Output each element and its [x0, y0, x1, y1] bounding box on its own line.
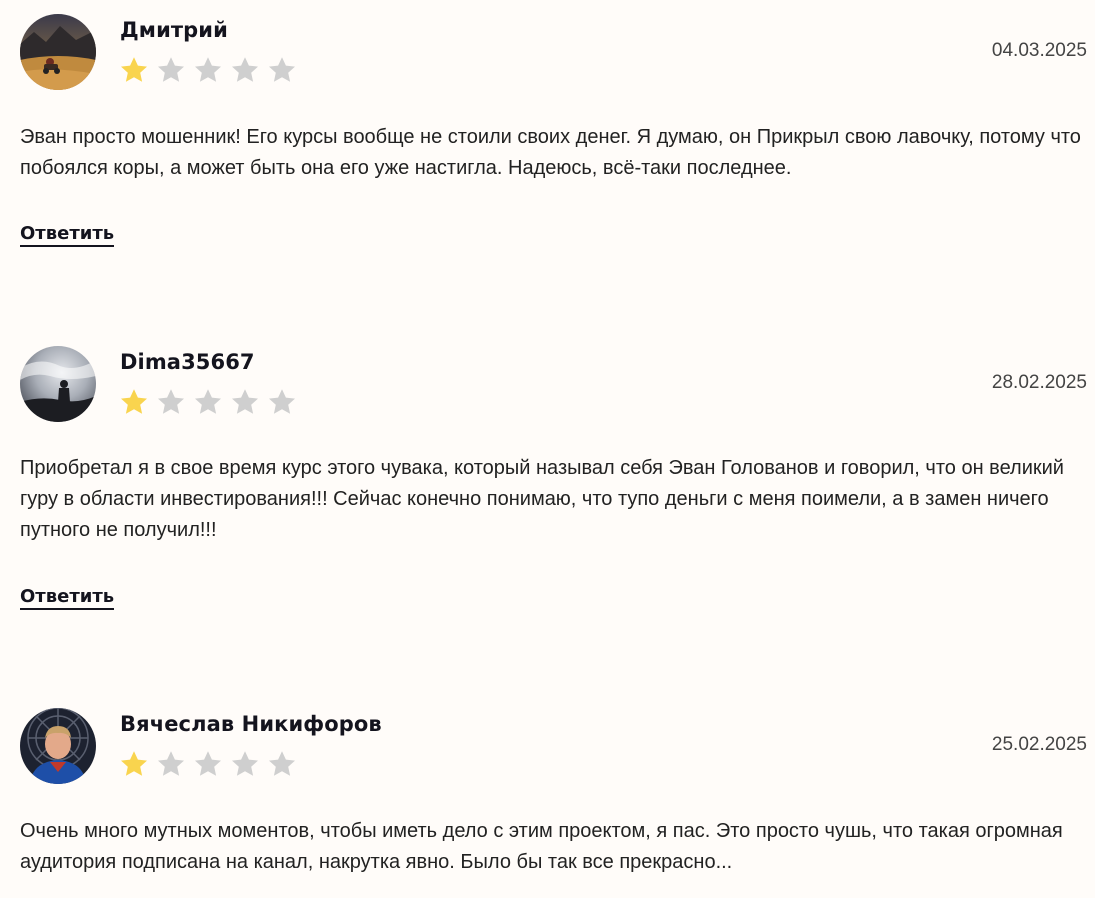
star-icon: [195, 751, 221, 776]
avatar-image: [20, 708, 96, 784]
star-icon: [121, 57, 147, 82]
star-icon: [158, 57, 184, 82]
star-icon: [121, 751, 147, 776]
star-icon: [232, 57, 258, 82]
review-date: 04.03.2025: [991, 40, 1087, 61]
review-date: 25.02.2025: [991, 734, 1087, 755]
review-text: Приобретал я в свое время курс этого чув…: [20, 457, 1064, 541]
review-text: Очень много мутных моментов, чтобы иметь…: [20, 820, 1063, 873]
avatar-image: [20, 14, 96, 90]
review-card: Вячеслав Никифоров 25.02.2025 Очень мног…: [20, 708, 1087, 878]
rating-stars: [119, 387, 297, 417]
star-icon: [158, 389, 184, 414]
star-icon: [269, 751, 295, 776]
avatar-image: [20, 346, 96, 422]
review-text: Эван просто мошенник! Его курсы вообще н…: [20, 126, 1081, 179]
star-icon: [195, 389, 221, 414]
review-card: Dima35667 28.02.2025 Приобретал я в свое…: [20, 346, 1087, 610]
author-name: Dima35667: [120, 350, 255, 374]
author-name: Дмитрий: [120, 18, 228, 42]
star-icon: [269, 389, 295, 414]
star-icon: [232, 751, 258, 776]
avatar: [20, 346, 96, 422]
review-header: Вячеслав Никифоров 25.02.2025: [20, 708, 1087, 784]
rating-stars: [119, 749, 297, 779]
review-card: Дмитрий 04.03.2025 Эван просто мошенник!…: [20, 14, 1087, 247]
reply-button[interactable]: Ответить: [20, 223, 115, 247]
review-header: Дмитрий 04.03.2025: [20, 14, 1087, 90]
star-icon: [232, 389, 258, 414]
review-date: 28.02.2025: [991, 372, 1087, 393]
avatar: [20, 708, 96, 784]
star-icon: [121, 389, 147, 414]
star-icon: [269, 57, 295, 82]
rating-stars: [119, 55, 297, 85]
star-icon: [195, 57, 221, 82]
star-icon: [158, 751, 184, 776]
reply-button[interactable]: Ответить: [20, 586, 115, 610]
avatar: [20, 14, 96, 90]
author-name: Вячеслав Никифоров: [120, 712, 382, 736]
review-header: Dima35667 28.02.2025: [20, 346, 1087, 422]
